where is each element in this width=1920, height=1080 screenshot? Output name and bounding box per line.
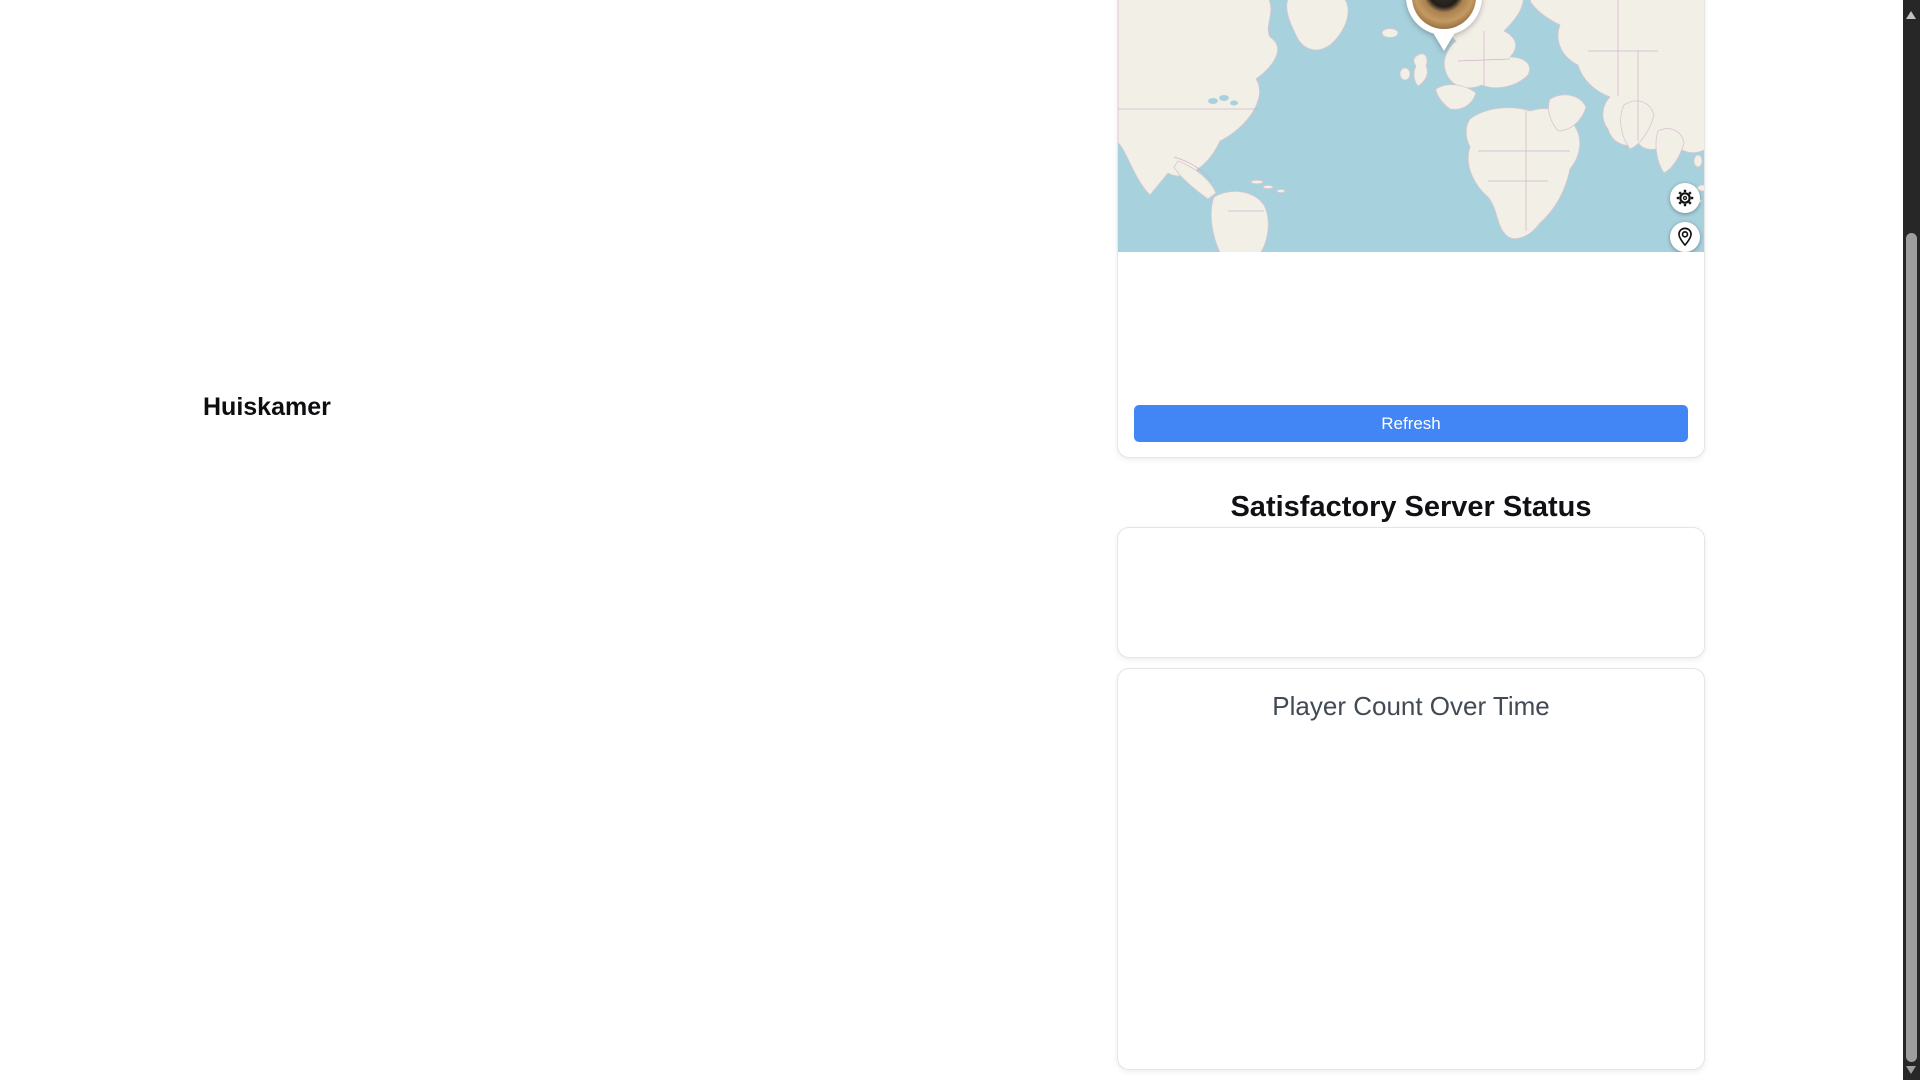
chart-card: Player Count Over Time <box>1117 668 1705 1070</box>
scrollbar-up-arrow-icon[interactable] <box>1906 6 1916 19</box>
map-locate-button[interactable] <box>1670 222 1700 252</box>
server-status-heading: Satisfactory Server Status <box>1117 491 1705 524</box>
world-map[interactable] <box>1118 0 1704 252</box>
scrollbar-thumb[interactable] <box>1906 233 1917 1062</box>
player-count-chart <box>1118 669 1706 1071</box>
location-pin-icon <box>1674 226 1696 248</box>
device-card: Refresh <box>1117 0 1705 458</box>
server-online-indicator <box>1161 562 1215 616</box>
smart-home-dashboard: Huiskamer <box>0 0 1920 1080</box>
gear-icon <box>1674 187 1696 209</box>
scrollbar-down-arrow-icon[interactable] <box>1906 1066 1916 1079</box>
scrollbar[interactable] <box>1903 0 1920 1080</box>
map-settings-button[interactable] <box>1670 183 1700 213</box>
refresh-button[interactable]: Refresh <box>1134 405 1688 442</box>
server-status-card <box>1117 527 1705 658</box>
pet-avatar-marker[interactable] <box>1404 0 1484 53</box>
section-heading: Huiskamer <box>203 393 331 422</box>
